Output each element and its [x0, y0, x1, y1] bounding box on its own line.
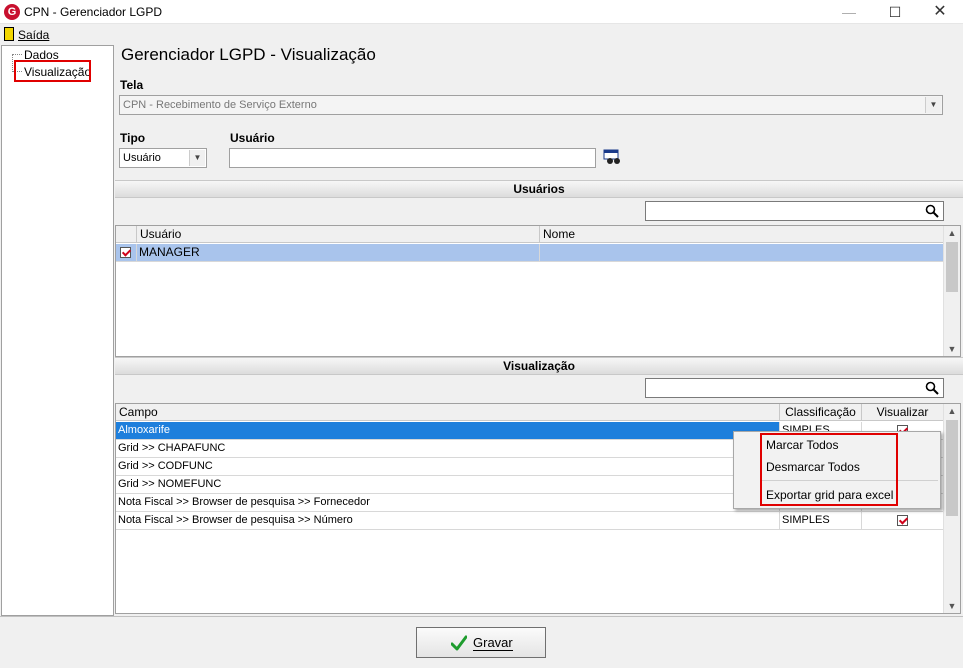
maximize-button[interactable]: ☐ — [872, 0, 918, 24]
usuarios-grid[interactable]: Usuário Nome MANAGER ▲ ▼ — [115, 225, 961, 357]
annotation-highlight-visualizacao — [14, 60, 91, 82]
page-title: Gerenciador LGPD - Visualização — [121, 45, 376, 64]
scrollbar-thumb[interactable] — [946, 420, 958, 516]
title-bar: G CPN - Gerenciador LGPD — ☐ ✕ — [0, 0, 963, 24]
tree-connector — [12, 54, 13, 72]
checkmark-icon — [451, 635, 467, 651]
column-header-check — [116, 226, 137, 243]
campo-cell: Nota Fiscal >> Browser de pesquisa >> Fo… — [116, 494, 780, 511]
menu-bar — [0, 25, 963, 45]
visualizacao-grid-header: Campo Classificação Visualizar — [116, 404, 944, 421]
menu-saida[interactable]: Saída — [18, 28, 49, 42]
scroll-down-icon[interactable]: ▼ — [944, 599, 960, 613]
scrollbar-thumb[interactable] — [946, 242, 958, 292]
tela-label: Tela — [120, 78, 144, 92]
campo-cell: Grid >> NOMEFUNC — [116, 476, 780, 493]
tela-value: CPN - Recebimento de Serviço Externo — [123, 99, 317, 111]
column-header-campo[interactable]: Campo — [116, 404, 780, 421]
campo-cell: Nota Fiscal >> Browser de pesquisa >> Nú… — [116, 512, 780, 529]
column-header-nome[interactable]: Nome — [540, 226, 944, 243]
usuarios-section-header: Usuários — [115, 180, 963, 198]
usuario-label: Usuário — [230, 131, 275, 145]
close-button[interactable]: ✕ — [917, 0, 963, 24]
tipo-select[interactable]: Usuário ▼ — [119, 148, 207, 168]
usuarios-scrollbar[interactable]: ▲ ▼ — [943, 226, 960, 356]
minimize-button[interactable]: — — [826, 0, 872, 24]
gravar-text: Gravar — [473, 635, 513, 651]
annotation-highlight-context-menu — [760, 433, 898, 506]
search-icon[interactable] — [925, 381, 939, 395]
tipo-label: Tipo — [120, 131, 146, 145]
usuario-input[interactable] — [229, 148, 596, 168]
visualizar-checkbox[interactable] — [897, 515, 908, 526]
gravar-button[interactable]: Gravar — [416, 627, 546, 658]
scroll-up-icon[interactable]: ▲ — [944, 226, 960, 240]
scroll-up-icon[interactable]: ▲ — [944, 404, 960, 418]
row-checkbox[interactable] — [120, 247, 131, 258]
campo-cell: Grid >> CHAPAFUNC — [116, 440, 780, 457]
visualizacao-section-header: Visualização — [115, 357, 963, 375]
binoculars-lookup-icon[interactable] — [603, 149, 621, 165]
tipo-value: Usuário — [123, 152, 161, 164]
table-row[interactable]: Nota Fiscal >> Browser de pesquisa >> Nú… — [116, 512, 944, 530]
row-checkbox-cell[interactable] — [116, 244, 137, 261]
app-logo-icon: G — [4, 4, 20, 20]
tree-connector — [12, 54, 22, 55]
exit-door-icon — [4, 27, 14, 41]
visualizacao-scrollbar[interactable]: ▲ ▼ — [943, 404, 960, 613]
window-title: CPN - Gerenciador LGPD — [24, 5, 163, 19]
usuario-cell: MANAGER — [137, 244, 540, 261]
column-header-classificacao[interactable]: Classificação — [780, 404, 862, 421]
search-icon[interactable] — [925, 204, 939, 218]
classificacao-cell: SIMPLES — [780, 512, 862, 529]
campo-cell: Almoxarife — [116, 422, 780, 439]
column-header-visualizar[interactable]: Visualizar — [862, 404, 944, 421]
gravar-label: Gravar — [473, 628, 513, 657]
visualizar-cell[interactable] — [862, 512, 944, 529]
footer-divider — [0, 616, 963, 617]
column-header-usuario[interactable]: Usuário — [137, 226, 540, 243]
chevron-down-icon[interactable]: ▼ — [925, 97, 941, 113]
nome-cell — [540, 244, 944, 261]
menu-saida-label: Saída — [18, 28, 50, 42]
tela-select[interactable]: CPN - Recebimento de Serviço Externo ▼ — [119, 95, 943, 115]
table-row[interactable]: MANAGER — [116, 244, 944, 262]
usuarios-grid-header: Usuário Nome — [116, 226, 944, 243]
chevron-down-icon[interactable]: ▼ — [189, 150, 205, 166]
visualizacao-search-input[interactable] — [645, 378, 944, 398]
sidebar-tree: Dados Visualização — [1, 45, 114, 616]
scroll-down-icon[interactable]: ▼ — [944, 342, 960, 356]
usuarios-search-input[interactable] — [645, 201, 944, 221]
campo-cell: Grid >> CODFUNC — [116, 458, 780, 475]
